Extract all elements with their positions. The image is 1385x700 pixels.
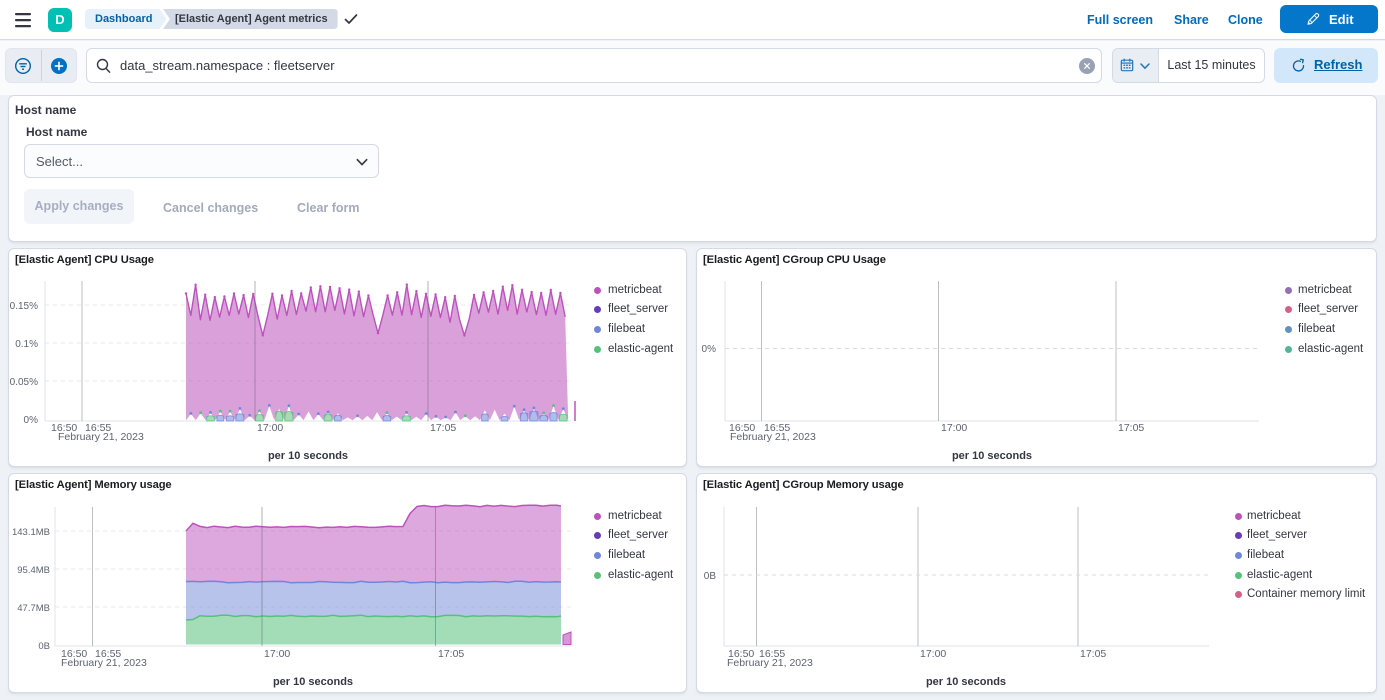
svg-text:0B: 0B	[704, 571, 717, 582]
svg-text:17:05: 17:05	[1080, 648, 1106, 660]
svg-text:February 21, 2023: February 21, 2023	[61, 657, 147, 669]
svg-text:17:05: 17:05	[438, 648, 464, 660]
svg-text:17:05: 17:05	[1118, 422, 1144, 434]
svg-text:February 21, 2023: February 21, 2023	[730, 431, 816, 443]
svg-text:0.1%: 0.1%	[15, 339, 38, 350]
svg-text:0B: 0B	[38, 641, 50, 652]
svg-text:17:00: 17:00	[920, 648, 946, 660]
svg-text:February 21, 2023: February 21, 2023	[727, 657, 813, 669]
svg-text:47.7MB: 47.7MB	[17, 603, 50, 614]
svg-text:95.4MB: 95.4MB	[17, 565, 50, 576]
svg-text:17:00: 17:00	[941, 422, 967, 434]
svg-text:0.15%: 0.15%	[10, 301, 38, 312]
svg-text:17:00: 17:00	[257, 422, 283, 434]
svg-text:143.1MB: 143.1MB	[12, 527, 50, 538]
svg-text:17:00: 17:00	[264, 648, 290, 660]
svg-text:0%: 0%	[24, 415, 39, 426]
svg-text:February 21, 2023: February 21, 2023	[58, 431, 144, 443]
svg-text:0%: 0%	[702, 344, 717, 355]
svg-text:17:05: 17:05	[430, 422, 456, 434]
svg-text:0.05%: 0.05%	[10, 377, 38, 388]
